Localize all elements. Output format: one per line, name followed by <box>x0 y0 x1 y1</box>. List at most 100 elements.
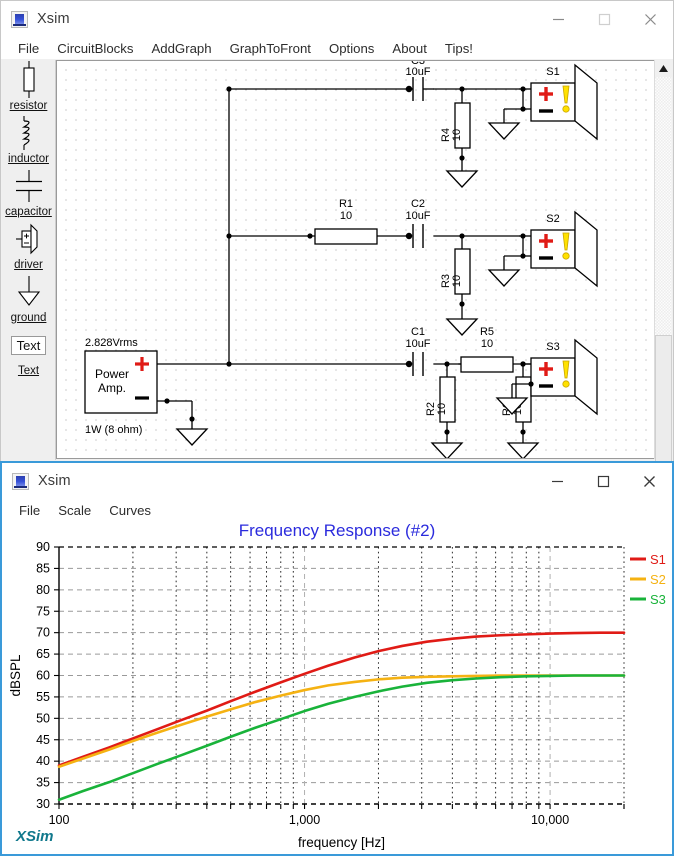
label-C1-value: 10uF <box>405 338 430 350</box>
close-button[interactable] <box>627 1 673 37</box>
svg-text:45: 45 <box>36 733 50 747</box>
component-R5: R5 10 <box>460 326 514 373</box>
canvas-vertical-scrollbar[interactable] <box>654 60 672 469</box>
palette-label-resistor: resistor <box>9 100 48 112</box>
schematic-window: Xsim File CircuitBlocks AddGraph GraphTo… <box>0 0 674 470</box>
svg-text:80: 80 <box>36 583 50 597</box>
xsim-app-icon <box>12 472 29 490</box>
schematic-window-controls <box>535 1 673 37</box>
component-R4: R4 10 <box>440 86 479 188</box>
component-R2: R2 10 <box>425 361 464 458</box>
scrollbar-track[interactable] <box>655 77 672 469</box>
label-R1-value: 10 <box>340 210 352 222</box>
menu-tips[interactable]: Tips! <box>436 40 482 57</box>
graph-titlebar: Xsim <box>2 463 672 499</box>
schematic-menubar: File CircuitBlocks AddGraph GraphToFront… <box>1 37 673 59</box>
label-R5-ref: R5 <box>480 326 494 338</box>
palette-item-text[interactable]: Text Text <box>2 325 55 378</box>
chart-canvas: 30 35 40 45 50 55 60 65 70 75 80 85 90 100 1,000 10,000… <box>8 540 666 850</box>
svg-text:85: 85 <box>36 561 50 575</box>
svg-text:35: 35 <box>36 776 50 790</box>
menu-graphtofront[interactable]: GraphToFront <box>221 40 320 57</box>
text-tool-icon: Text <box>2 325 55 365</box>
schematic-canvas[interactable]: C3 10uF R4 10 R1 10 C2 10uF R3 10 C1 10u… <box>56 60 655 459</box>
svg-text:65: 65 <box>36 647 50 661</box>
svg-text:90: 90 <box>36 540 50 554</box>
svg-text:75: 75 <box>36 604 50 618</box>
svg-text:frequency [Hz]: frequency [Hz] <box>298 835 385 850</box>
svg-text:1,000: 1,000 <box>289 813 320 827</box>
palette-label-ground: ground <box>10 312 47 324</box>
label-S3: S3 <box>546 341 559 353</box>
graph-window-title: Xsim <box>38 473 71 489</box>
minimize-button[interactable] <box>535 1 581 37</box>
driver-S1: S1 <box>487 63 598 141</box>
label-source-power: 1W (8 ohm) <box>85 424 142 436</box>
palette-item-resistor[interactable]: resistor <box>2 60 55 113</box>
label-R3-value: 10 <box>451 275 463 287</box>
menu-curves[interactable]: Curves <box>100 502 160 519</box>
close-button[interactable] <box>626 463 672 499</box>
scrollbar-thumb[interactable] <box>655 335 672 469</box>
ground-icon <box>2 272 55 312</box>
svg-text:60: 60 <box>36 669 50 683</box>
label-R4-value: 10 <box>451 129 463 141</box>
graph-menubar: File Scale Curves <box>2 499 672 521</box>
graph-window-controls <box>534 463 672 499</box>
svg-text:dBSPL: dBSPL <box>8 654 23 697</box>
menu-scale[interactable]: Scale <box>49 502 100 519</box>
xsim-app-icon <box>11 10 28 28</box>
schematic-titlebar: Xsim <box>1 1 673 37</box>
label-R5-value: 10 <box>481 338 493 350</box>
label-R2-value: 10 <box>436 403 448 415</box>
palette-label-inductor: inductor <box>8 153 49 165</box>
driver-S2: S2 <box>487 210 598 288</box>
label-S2: S2 <box>546 213 559 225</box>
component-C2: C2 10uF <box>405 198 431 248</box>
palette-label-capacitor: capacitor <box>5 206 52 218</box>
component-palette: resistor inductor capacitor driver groun… <box>2 60 56 460</box>
palette-label-driver: driver <box>14 259 43 271</box>
label-source-line2: Amp. <box>98 381 126 395</box>
power-amp-source: 2.828Vrms Power Amp. 1W (8 ohm) <box>84 86 232 446</box>
palette-item-inductor[interactable]: inductor <box>2 113 55 166</box>
palette-item-ground[interactable]: ground <box>2 272 55 325</box>
driver-S3: S3 <box>495 338 598 416</box>
palette-item-capacitor[interactable]: capacitor <box>2 166 55 219</box>
component-C1: C1 10uF <box>405 326 431 376</box>
driver-icon <box>2 219 55 259</box>
menu-circuitblocks[interactable]: CircuitBlocks <box>48 40 142 57</box>
svg-text:S3: S3 <box>650 592 666 607</box>
label-source-voltage: 2.828Vrms <box>85 337 138 349</box>
maximize-button[interactable] <box>580 463 626 499</box>
svg-text:S1: S1 <box>650 552 666 567</box>
scroll-up-icon[interactable] <box>655 60 672 77</box>
minimize-button[interactable] <box>534 463 580 499</box>
svg-text:50: 50 <box>36 711 50 725</box>
capacitor-icon <box>2 166 55 206</box>
menu-addgraph[interactable]: AddGraph <box>142 40 220 57</box>
label-C3-value: 10uF <box>405 66 430 78</box>
text-tool-sample: Text <box>10 335 47 355</box>
svg-text:10,000: 10,000 <box>531 813 569 827</box>
menu-options[interactable]: Options <box>320 40 383 57</box>
palette-label-text: Text <box>17 365 40 377</box>
label-source-line1: Power <box>95 367 129 381</box>
inductor-icon <box>2 113 55 153</box>
frequency-response-plot: Frequency Response (#2) 30 35 40 45 50 55 60 65… <box>2 521 672 854</box>
menu-about[interactable]: About <box>383 40 435 57</box>
svg-text:S2: S2 <box>650 572 666 587</box>
maximize-button[interactable] <box>581 1 627 37</box>
schematic-drawing: C3 10uF R4 10 R1 10 C2 10uF R3 10 C1 10u… <box>84 61 598 458</box>
menu-file[interactable]: File <box>9 40 48 57</box>
graph-window: Xsim File Scale Curves Frequency Respons… <box>0 461 674 856</box>
component-C3: C3 10uF <box>405 61 434 101</box>
label-C2-value: 10uF <box>405 210 430 222</box>
schematic-window-title: Xsim <box>37 11 70 27</box>
resistor-icon <box>2 60 55 100</box>
label-R1-ref: R1 <box>339 198 353 210</box>
svg-text:55: 55 <box>36 690 50 704</box>
menu-file[interactable]: File <box>10 502 49 519</box>
palette-item-driver[interactable]: driver <box>2 219 55 272</box>
svg-text:40: 40 <box>36 754 50 768</box>
